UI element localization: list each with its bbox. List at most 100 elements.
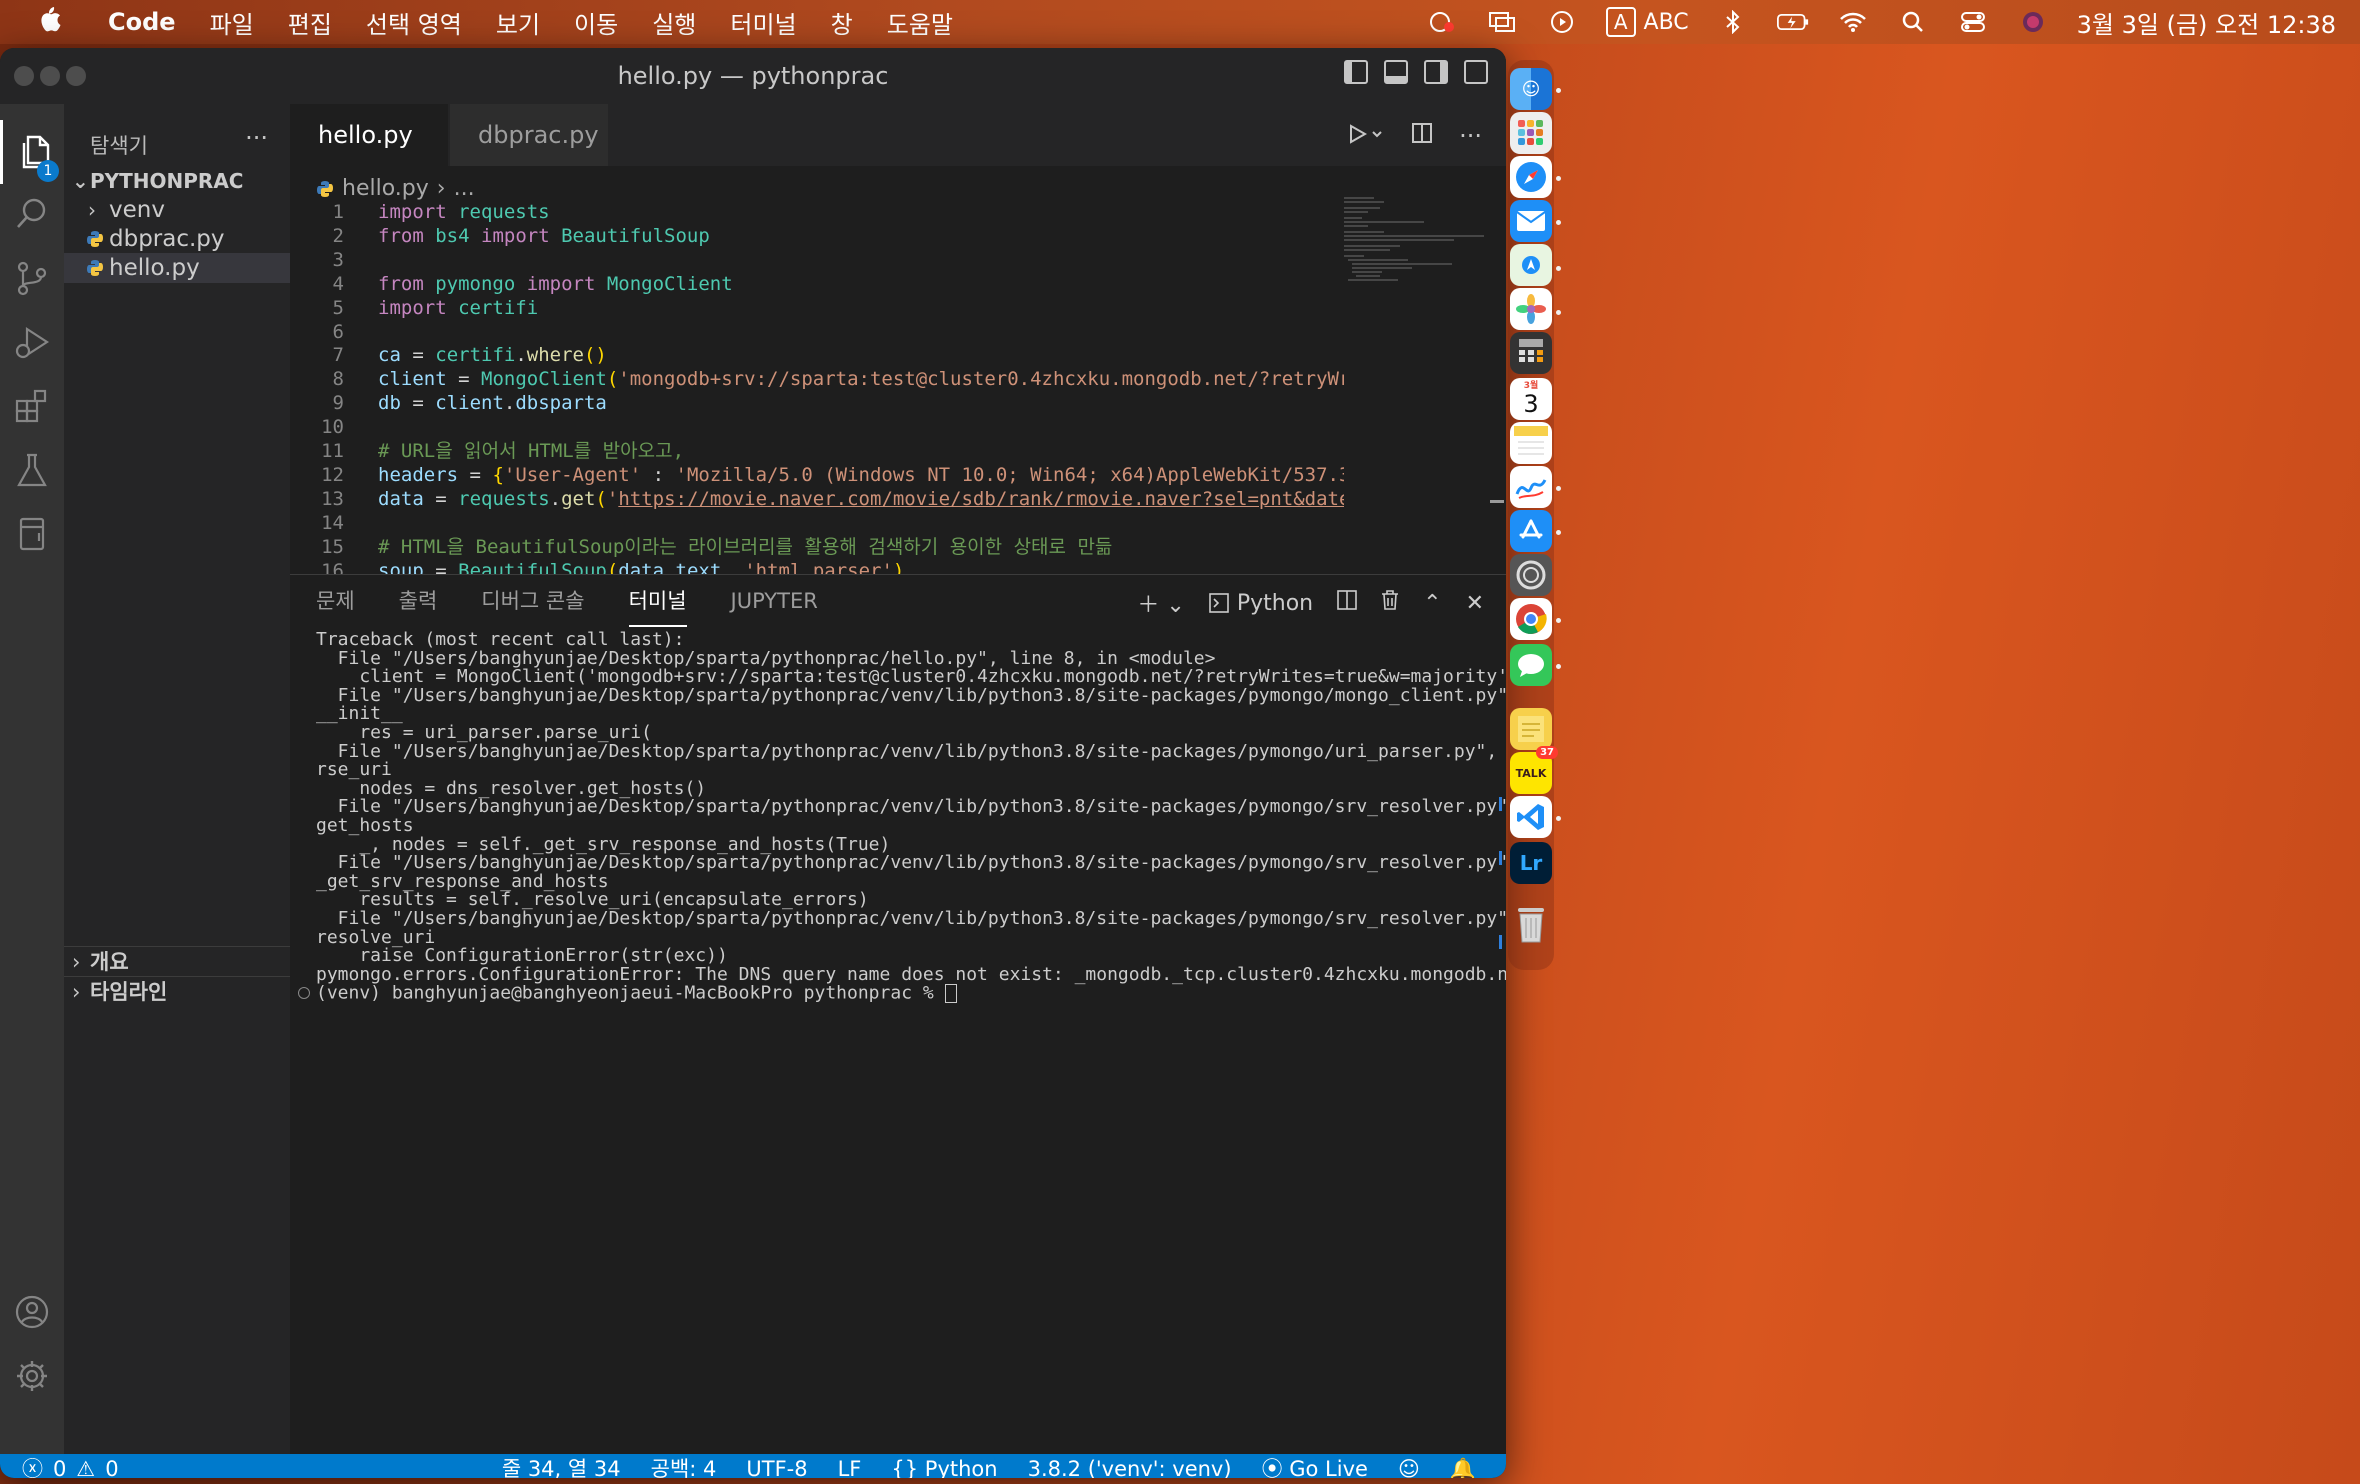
tree-item-dbprac[interactable]: dbprac.py: [64, 224, 290, 254]
code-line[interactable]: 6: [290, 320, 1344, 344]
notifications-bell-icon[interactable]: 🔔: [1450, 1454, 1476, 1478]
freeform-icon[interactable]: [1510, 466, 1552, 508]
toggle-primary-sidebar-icon[interactable]: [1344, 60, 1368, 84]
activity-source-control[interactable]: [0, 246, 64, 310]
safari-icon[interactable]: [1510, 156, 1552, 198]
breadcrumb-symbol[interactable]: ...: [454, 176, 475, 201]
terminal-shell-selector[interactable]: Python: [1209, 591, 1313, 616]
terminal-prompt[interactable]: (venv) banghyunjae@banghyeonjaeui-MacBoo…: [316, 984, 1496, 1004]
editor-scrollbar[interactable]: [1490, 200, 1506, 574]
stickies-icon[interactable]: [1510, 708, 1552, 750]
code-line[interactable]: 9 db = client.dbsparta: [290, 391, 1344, 415]
command-decoration-icon[interactable]: [298, 987, 310, 999]
problems-indicator[interactable]: ⓧ 0 ⚠ 0: [22, 1454, 119, 1478]
code-line[interactable]: 2 from bs4 import BeautifulSoup: [290, 224, 1344, 248]
tab-hello-py[interactable]: hello.py ×: [290, 104, 467, 166]
kill-terminal-icon[interactable]: [1381, 590, 1399, 616]
menubar-item-window[interactable]: 창: [831, 5, 853, 40]
kakaotalk-icon[interactable]: TALK 37: [1510, 746, 1558, 794]
finder-icon[interactable]: ☺: [1510, 68, 1552, 110]
tab-output[interactable]: 출력: [399, 575, 438, 627]
activity-extensions[interactable]: [0, 374, 64, 438]
chrome-icon[interactable]: [1510, 598, 1552, 640]
split-editor-icon[interactable]: [1411, 122, 1433, 152]
control-center-icon[interactable]: [1957, 10, 1989, 34]
activity-remote[interactable]: [0, 502, 64, 566]
code-line[interactable]: 12 headers = {'User-Agent' : 'Mozilla/5.0…: [290, 463, 1344, 487]
tab-terminal[interactable]: 터미널: [628, 575, 687, 627]
vscode-dock-icon[interactable]: [1510, 796, 1552, 838]
tab-debug-console[interactable]: 디버그 콘솔: [481, 575, 584, 627]
apple-menu-icon[interactable]: [36, 5, 76, 40]
editor-scroll-thumb[interactable]: [1490, 500, 1504, 503]
screen-recording-icon[interactable]: [1426, 10, 1458, 34]
code-line[interactable]: 3: [290, 248, 1344, 272]
activity-manage[interactable]: [0, 1344, 64, 1408]
messages-icon[interactable]: [1510, 644, 1552, 686]
menubar-item-run[interactable]: 실행: [652, 5, 696, 40]
media-play-icon[interactable]: [1546, 10, 1578, 34]
photos-icon[interactable]: [1510, 288, 1552, 330]
new-terminal-icon[interactable]: ＋ ⌄: [1137, 587, 1184, 619]
lightroom-icon[interactable]: Lr: [1510, 842, 1552, 884]
timeline-section[interactable]: › 타임라인: [64, 976, 290, 1007]
encoding[interactable]: UTF-8: [746, 1454, 807, 1478]
close-panel-icon[interactable]: ✕: [1466, 591, 1484, 616]
code-line[interactable]: 5 import certifi: [290, 296, 1344, 320]
breadcrumb-file[interactable]: hello.py: [342, 176, 429, 201]
end-of-line[interactable]: LF: [838, 1454, 862, 1478]
python-interpreter[interactable]: 3.8.2 ('venv': venv): [1028, 1454, 1232, 1478]
calculator-icon[interactable]: [1510, 332, 1552, 374]
maps-icon[interactable]: [1510, 244, 1552, 286]
system-settings-icon[interactable]: [1510, 554, 1552, 596]
maximize-panel-icon[interactable]: ⌃: [1423, 591, 1441, 616]
menubar-item-go[interactable]: 이동: [574, 5, 618, 40]
code-editor[interactable]: 1 import requests 2 from bs4 import Beautif…: [290, 200, 1344, 580]
code-line[interactable]: 15 # HTML을 BeautifulSoup이라는 라이브러리를 활용해 검색…: [290, 535, 1344, 559]
more-actions-icon[interactable]: ···: [1459, 122, 1482, 152]
tab-problems[interactable]: 문제: [316, 575, 355, 627]
split-terminal-icon[interactable]: [1337, 590, 1357, 616]
outline-section[interactable]: › 개요: [64, 946, 290, 977]
menubar-clock[interactable]: 3월 3일 (금) 오전 12:38: [2077, 5, 2336, 40]
battery-icon[interactable]: [1776, 10, 1809, 34]
activity-accounts[interactable]: [0, 1280, 64, 1344]
run-python-file-icon[interactable]: [1347, 122, 1385, 152]
activity-run-debug[interactable]: [0, 310, 64, 374]
language-mode[interactable]: {} Python: [891, 1454, 997, 1478]
tab-jupyter[interactable]: JUPYTER: [731, 575, 818, 627]
menubar-app-name[interactable]: Code: [108, 8, 176, 36]
indentation[interactable]: 공백: 4: [651, 1454, 717, 1478]
feedback-icon[interactable]: ☺: [1398, 1454, 1420, 1478]
activity-testing[interactable]: [0, 438, 64, 502]
go-live-button[interactable]: ⦿ Go Live: [1262, 1454, 1368, 1478]
code-line[interactable]: 1 import requests: [290, 200, 1344, 224]
code-line[interactable]: 11 # URL을 읽어서 HTML를 받아오고,: [290, 439, 1344, 463]
menubar-item-edit[interactable]: 편집: [288, 5, 332, 40]
cursor-position[interactable]: 줄 34, 열 34: [502, 1454, 621, 1478]
activity-explorer[interactable]: 1: [0, 120, 67, 184]
menubar-item-file[interactable]: 파일: [210, 5, 254, 40]
bluetooth-icon[interactable]: [1717, 10, 1749, 34]
input-source-indicator[interactable]: A ABC: [1605, 7, 1689, 37]
tab-dbprac-py[interactable]: dbprac.py: [450, 104, 608, 166]
menubar-item-terminal[interactable]: 터미널: [730, 5, 796, 40]
wifi-icon[interactable]: [1837, 10, 1869, 34]
code-line[interactable]: 13 data = requests.get('https://movie.nav…: [290, 487, 1344, 511]
customize-layout-icon[interactable]: [1464, 60, 1488, 84]
code-line[interactable]: 7 ca = certifi.where(): [290, 343, 1344, 367]
toggle-secondary-sidebar-icon[interactable]: [1424, 60, 1448, 84]
menubar-item-view[interactable]: 보기: [496, 5, 540, 40]
code-line[interactable]: 4 from pymongo import MongoClient: [290, 272, 1344, 296]
terminal-output[interactable]: Traceback (most recent call last): File …: [316, 630, 1506, 1004]
spotlight-search-icon[interactable]: [1897, 10, 1929, 34]
trash-icon[interactable]: [1510, 904, 1552, 946]
toggle-panel-icon[interactable]: [1384, 60, 1408, 84]
calendar-icon[interactable]: 3월 3: [1510, 378, 1552, 420]
launchpad-icon[interactable]: [1510, 112, 1552, 154]
tree-item-venv[interactable]: › venv: [64, 195, 290, 225]
activity-search[interactable]: [0, 182, 64, 246]
sidebar-more-button[interactable]: ···: [245, 124, 268, 152]
tree-item-hello[interactable]: hello.py: [64, 253, 290, 283]
minimap[interactable]: [1342, 194, 1486, 284]
